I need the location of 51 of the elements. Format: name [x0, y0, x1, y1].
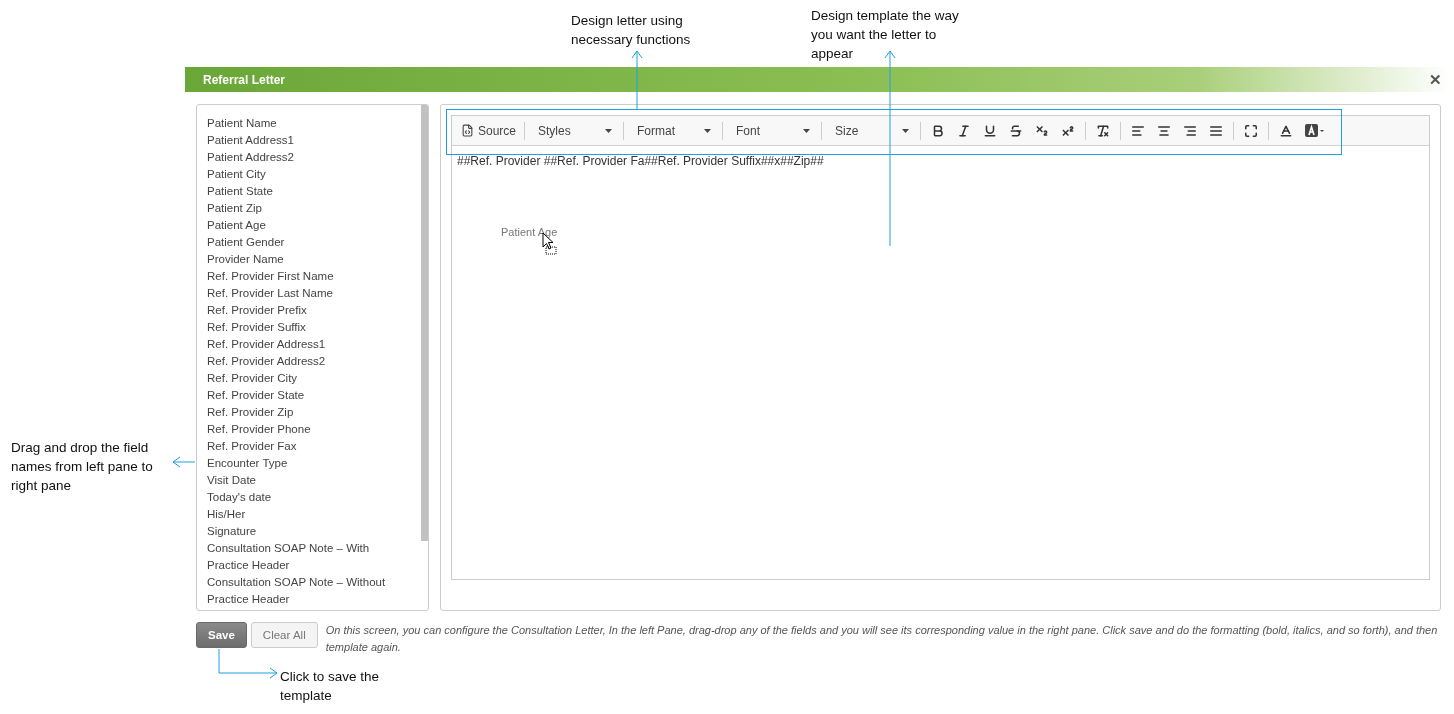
- toolbar-dropdown[interactable]: Format: [629, 121, 718, 140]
- field-item[interactable]: Today's date: [207, 489, 402, 506]
- field-item[interactable]: Ref. Provider State: [207, 387, 402, 404]
- source-code-icon: [461, 124, 474, 137]
- field-item[interactable]: Consultation SOAP Note – With Practice Header: [207, 540, 402, 574]
- field-item[interactable]: Encounter Type: [207, 455, 402, 472]
- close-button[interactable]: ✕: [1429, 70, 1442, 89]
- field-item[interactable]: Ref. Provider Phone: [207, 421, 402, 438]
- field-item[interactable]: Provider Name: [207, 251, 402, 268]
- caret-icon: [605, 128, 613, 133]
- field-item[interactable]: Patient Address2: [207, 149, 402, 166]
- scrollbar-thumb[interactable]: [421, 105, 428, 541]
- field-item[interactable]: His/Her: [207, 506, 402, 523]
- annotation-text: Drag and drop the field names from left pane to right pane: [11, 439, 154, 495]
- leader-arrow: [172, 457, 195, 467]
- leader-arrow: [218, 649, 278, 679]
- annotation-text: Design letter using necessary functions: [571, 12, 692, 49]
- field-item[interactable]: Consultation SOAP Note – Without Practice Header: [207, 574, 402, 608]
- toolbar-dropdown[interactable]: Styles: [530, 121, 619, 140]
- field-item[interactable]: Patient Gender: [207, 234, 402, 251]
- leader-arrow: [632, 50, 642, 109]
- field-item[interactable]: Patient Zip: [207, 200, 402, 217]
- field-item[interactable]: Signature: [207, 523, 402, 540]
- toolbar-dropdown[interactable]: Font: [728, 121, 817, 140]
- annotation-text: Design template the way you want the letter to appear: [811, 7, 960, 63]
- field-item[interactable]: Visit Date: [207, 472, 402, 489]
- field-item[interactable]: Ref. Provider Fax: [207, 438, 402, 455]
- caret-icon: [902, 128, 910, 133]
- field-item[interactable]: Patient Age: [207, 217, 402, 234]
- caret-icon: [803, 128, 811, 133]
- source-button[interactable]: Source: [458, 121, 520, 140]
- field-item[interactable]: Ref. Provider City: [207, 370, 402, 387]
- clear-all-button[interactable]: Clear All: [250, 622, 318, 648]
- letter-template-text: ##Ref. Provider ##Ref. Provider Fa##Ref. Provider Suffix##x##Zip##: [457, 154, 825, 168]
- field-item[interactable]: Ref. Provider Address1: [207, 336, 402, 353]
- field-item[interactable]: Ref. Provider First Name: [207, 268, 402, 285]
- field-item[interactable]: Ref. Provider Last Name: [207, 285, 402, 302]
- field-item[interactable]: Patient State: [207, 183, 402, 200]
- field-item[interactable]: Patient Address1: [207, 132, 402, 149]
- annotation-text: Click to save the template: [280, 668, 381, 705]
- dialog-title: Referral Letter: [203, 72, 286, 87]
- field-item[interactable]: Patient Name: [207, 115, 402, 132]
- field-item[interactable]: Ref. Provider Prefix: [207, 302, 402, 319]
- field-item[interactable]: Ref. Provider Address2: [207, 353, 402, 370]
- field-item[interactable]: Patient City: [207, 166, 402, 183]
- caret-icon: [704, 128, 712, 133]
- toolbar-dropdown[interactable]: Size: [827, 121, 916, 140]
- field-item[interactable]: Ref. Provider Zip: [207, 404, 402, 421]
- help-text: On this screen, you can configure the Consultation Letter, In the left Pane, drag-drop any of the fields and you will see its corresponding value in the right pane. Click save and do the formatting (bold, italics, and so forth), and then template again.: [325, 623, 1439, 655]
- field-item[interactable]: Ref. Provider Suffix: [207, 319, 402, 336]
- save-button[interactable]: Save: [196, 622, 247, 648]
